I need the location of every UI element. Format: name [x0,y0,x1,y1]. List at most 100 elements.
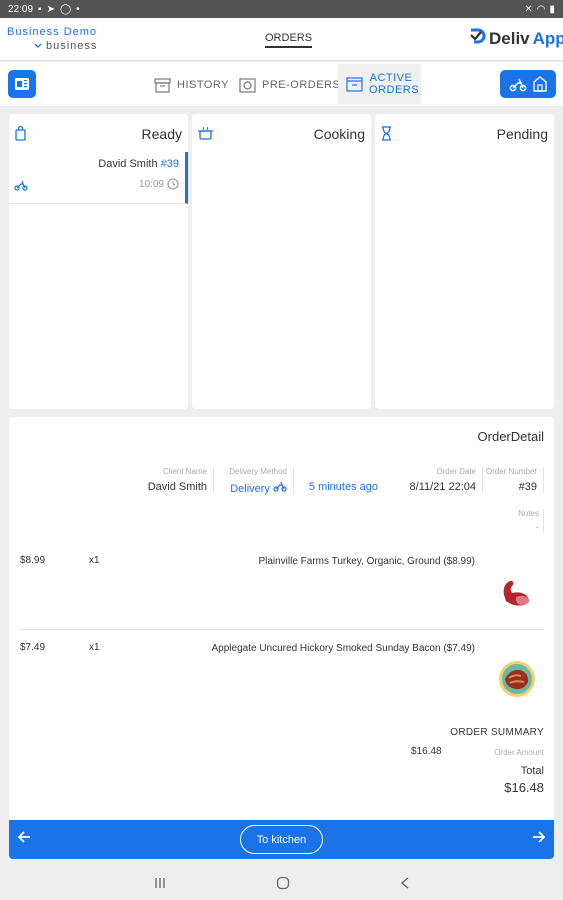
order-number-value: #39 [518,481,537,493]
nav-active-orders-label: ACTIVE ORDERS [369,72,419,96]
total-label: Total [520,765,544,777]
bacon-product-image [499,661,535,697]
order-card-time-wrap: 10:09 [139,178,179,190]
order-summary-title: ORDER SUMMARY [450,727,544,738]
turkey-product-image [503,580,530,606]
item-price: $7.49 [20,642,46,653]
column-cooking: Cooking [192,114,371,409]
item-qty: x1 [89,555,100,566]
delivery-method-label: Delivery Method [229,467,287,476]
arrow-left-icon[interactable] [17,830,31,847]
gallery-icon: ▪ [38,3,42,15]
client-name-field: Client Name David Smith [148,467,214,493]
order-card-time: 10:09 [138,178,164,190]
home-icon[interactable] [276,876,290,893]
inbox-icon [346,76,363,92]
status-time: 22:09 [8,3,34,15]
status-bar: 22:09 ▪ ➤ ◯ • ✕ ◠ ▮ [0,0,563,18]
tab-orders[interactable]: ORDERS [265,32,313,48]
list-item: $7.49 x1 Applegate Uncured Hickory Smoke… [9,630,554,716]
telegram-icon: ➤ [46,3,55,15]
order-date-field: Order Date 8/11/21 22:04 [410,467,483,493]
nav-active-orders[interactable]: ACTIVE ORDERS [338,64,421,104]
business-sub-label: business [46,40,98,52]
column-cooking-title: Cooking [313,126,365,142]
business-name[interactable]: Business Demo [7,26,97,38]
nav-preorders[interactable]: PRE-ORDERS [239,70,340,100]
delivery-scooter-icon [14,178,28,196]
logo-text-app: App [532,28,563,48]
outlook-button[interactable] [8,70,36,98]
nav-preorders-label: PRE-ORDERS [262,79,341,91]
action-bar: To kitchen [9,820,554,859]
back-icon[interactable] [400,876,410,892]
nav-history[interactable]: HISTORY [154,70,229,100]
delivery-scooter-icon [273,481,287,492]
total-value: $16.48 [504,780,544,795]
calendar-clock-icon [239,77,256,93]
mute-icon: ✕ [524,3,533,15]
nav-bar: HISTORY PRE-ORDERS ACTIVE ORDERS [0,62,563,106]
notes-value: - [535,522,539,533]
delivery-method-value: Delivery [230,483,270,495]
item-price: $8.99 [20,555,46,566]
hourglass-icon [381,126,392,146]
client-name-value: David Smith [147,481,207,493]
cooking-pot-icon [198,126,213,145]
system-nav-bar [0,868,563,900]
client-name-label: Client Name [162,467,207,476]
clock-icon [167,178,179,190]
battery-icon: ▮ [549,3,555,15]
delivery-method-field: Delivery Method Delivery [229,467,294,495]
order-date-label: Order Date [436,467,476,476]
order-card-name: David Smith [98,158,158,170]
store-icon[interactable] [533,76,547,92]
column-ready: Ready David Smith #39 10:09 [9,114,188,409]
logo-mark-icon [468,27,486,50]
outlook-icon [15,78,29,90]
column-cooking-header: Cooking [192,114,371,152]
item-name: Applegate Uncured Hickory Smoked Sunday … [211,643,475,654]
order-card-number: #39 [160,158,179,170]
nav-history-label: HISTORY [177,79,229,91]
item-name: Plainville Farms Turkey, Organic, Ground… [258,556,475,567]
mode-toggle[interactable] [500,70,556,98]
bag-icon [15,125,26,146]
scooter-icon[interactable] [509,76,527,92]
to-kitchen-button[interactable]: To kitchen [240,825,323,854]
list-item: $8.99 x1 Plainville Farms Turkey, Organi… [9,543,554,629]
order-number-field: Order Number #39 [486,467,544,493]
column-pending: Pending [375,114,554,409]
wifi-icon: ◠ [536,3,546,15]
nav-active-line2: ORDERS [369,84,420,96]
recent-apps-icon[interactable] [154,876,166,892]
archive-icon [154,77,171,93]
business-selector[interactable]: business [34,40,97,52]
notes-field: Notes - [518,509,544,533]
dot-icon: • [76,3,80,15]
column-ready-title: Ready [141,126,182,142]
order-amount-label: Order Amount [494,748,544,757]
order-detail-title: OrderDetail [477,429,544,444]
column-ready-header: Ready [9,114,188,152]
delivery-method-value-wrap: Delivery [229,481,287,495]
order-card-client: David Smith #39 [98,158,179,170]
item-qty: x1 [89,642,100,653]
order-date-value: 8/11/21 22:04 [409,481,476,493]
nav-active-line1: ACTIVE [369,72,413,84]
top-bar: Business Demo business ORDERS Deliv App [0,18,563,61]
logo-text-deliv: Deliv [489,28,530,48]
eta-field: 5 minutes ago [309,467,378,493]
eta-value: 5 minutes ago [308,481,378,493]
arrow-right-icon[interactable] [532,830,546,847]
notes-label: Notes [518,509,539,518]
column-pending-title: Pending [496,126,548,142]
order-card[interactable]: David Smith #39 10:09 [9,152,188,204]
order-number-label: Order Number [485,467,537,476]
column-pending-header: Pending [375,114,554,152]
order-detail-panel: OrderDetail Client Name David Smith Deli… [9,417,554,820]
delivapp-logo: Deliv App [468,27,563,50]
order-amount-value: $16.48 [411,746,442,757]
whatsapp-icon: ◯ [59,3,72,15]
chevron-down-icon [34,40,42,52]
